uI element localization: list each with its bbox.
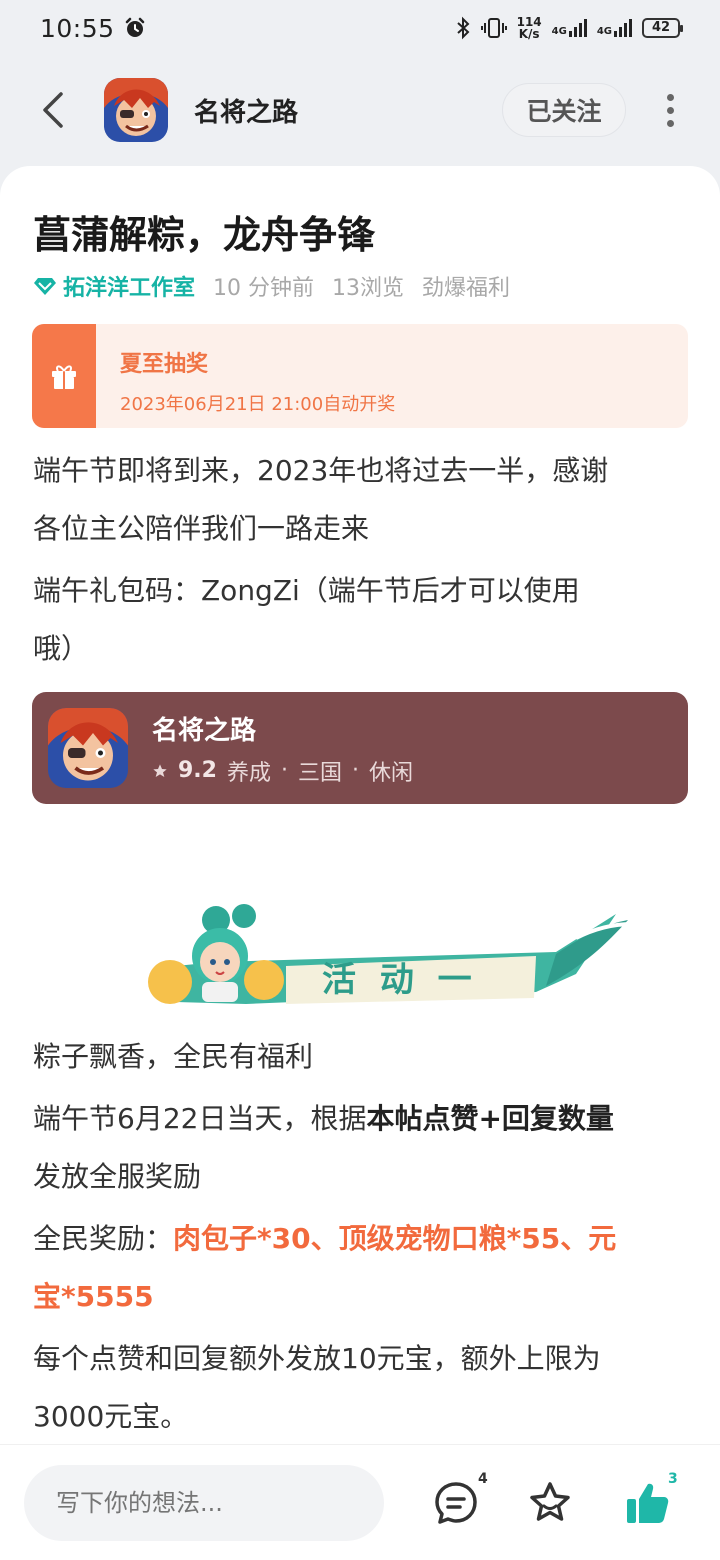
- network-speed: 114 K/s: [516, 15, 542, 41]
- thumbs-up-icon: [627, 1483, 669, 1523]
- view-count: 13浏览: [332, 276, 405, 301]
- star-outline-icon: [530, 1482, 570, 1521]
- game-card[interactable]: 名将之路 9.2 养成 · 三国 · 休闲: [32, 692, 688, 804]
- gift-icon: [32, 324, 96, 428]
- activity-banner: 活 动 一: [136, 894, 633, 1012]
- game-avatar[interactable]: [104, 78, 168, 142]
- reward-highlight: 肉包子*30、顶级宠物口粮*55、元: [173, 1222, 617, 1255]
- rule-paragraph: 端午节6月22日当天，根据本帖点赞+回复数量 发放全服奖励: [33, 1102, 614, 1193]
- favorite-button[interactable]: [526, 1479, 574, 1527]
- star-icon: [153, 763, 167, 777]
- post-title: 菖蒲解粽，龙舟争锋: [33, 213, 376, 257]
- status-time: 10:55: [40, 13, 115, 43]
- gift-code-paragraph: 端午礼包码：ZongZi（端午节后才可以使用 哦）: [33, 574, 580, 665]
- comment-button[interactable]: 4: [432, 1471, 488, 1527]
- bluetooth-icon: [456, 16, 470, 40]
- post-card: 菖蒲解粽，龙舟争锋 拓洋洋工作室 10 分钟前 13浏览 劲爆福利 夏至抽奖 2…: [0, 166, 720, 1444]
- top-app-bar: 名将之路 已关注: [0, 70, 720, 150]
- banner-text: 活 动 一: [322, 960, 478, 1000]
- comment-icon: [435, 1482, 477, 1524]
- intro-paragraph: 端午节即将到来，2023年也将过去一半，感谢 各位主公陪伴我们一路走来: [33, 454, 609, 545]
- game-subinfo: 9.2 养成 · 三国 · 休闲: [152, 755, 413, 787]
- diamond-icon: [34, 278, 56, 295]
- comment-count: 4: [478, 1471, 488, 1487]
- dot-icon: [666, 119, 674, 127]
- reward-paragraph: 全民奖励：肉包子*30、顶级宠物口粮*55、元 宝*5555: [33, 1222, 617, 1313]
- comment-input[interactable]: [24, 1464, 384, 1541]
- game-name: 名将之路: [152, 715, 257, 746]
- like-button[interactable]: 3: [624, 1471, 678, 1527]
- alarm-icon: [125, 17, 144, 37]
- game-rating: 9.2: [178, 758, 217, 783]
- post-tag[interactable]: 劲爆福利: [422, 270, 510, 302]
- chevron-left-icon: [43, 92, 63, 128]
- section-title: 粽子飘香，全民有福利: [33, 1040, 314, 1073]
- extra-paragraph: 每个点赞和回复额外发放10元宝，额外上限为 3000元宝。: [33, 1342, 601, 1433]
- battery-icon: 42: [642, 18, 683, 38]
- bottom-action-bar: 4 3: [0, 1444, 720, 1560]
- game-tag: 休闲: [369, 760, 414, 786]
- lottery-title: 夏至抽奖: [120, 352, 209, 377]
- game-icon: [48, 708, 128, 788]
- dot-icon: [666, 93, 674, 101]
- post-meta: 拓洋洋工作室 10 分钟前 13浏览 劲爆福利: [33, 270, 510, 302]
- back-button[interactable]: [30, 88, 74, 132]
- follow-button[interactable]: 已关注: [502, 83, 626, 137]
- game-tag: 三国: [298, 760, 343, 786]
- post-time: 10 分钟前: [213, 276, 315, 301]
- dot-icon: [666, 106, 674, 114]
- signal-icon-2: 4G: [597, 19, 632, 37]
- page-title: 名将之路: [194, 97, 299, 128]
- like-count: 3: [668, 1471, 678, 1487]
- lottery-detail: 2023年06月21日 21:00自动开奖: [120, 394, 396, 415]
- game-tag: 养成: [226, 760, 271, 786]
- lottery-card[interactable]: 夏至抽奖 2023年06月21日 21:00自动开奖: [32, 324, 688, 428]
- author-name[interactable]: 拓洋洋工作室: [63, 270, 195, 302]
- signal-icon: 4G: [552, 19, 587, 37]
- vibrate-icon: [480, 18, 507, 38]
- rule-highlight: 本帖点赞+回复数量: [366, 1102, 614, 1135]
- status-bar: 10:55 114 K/s 4G 4G 42: [0, 0, 720, 56]
- more-menu-button[interactable]: [650, 83, 690, 137]
